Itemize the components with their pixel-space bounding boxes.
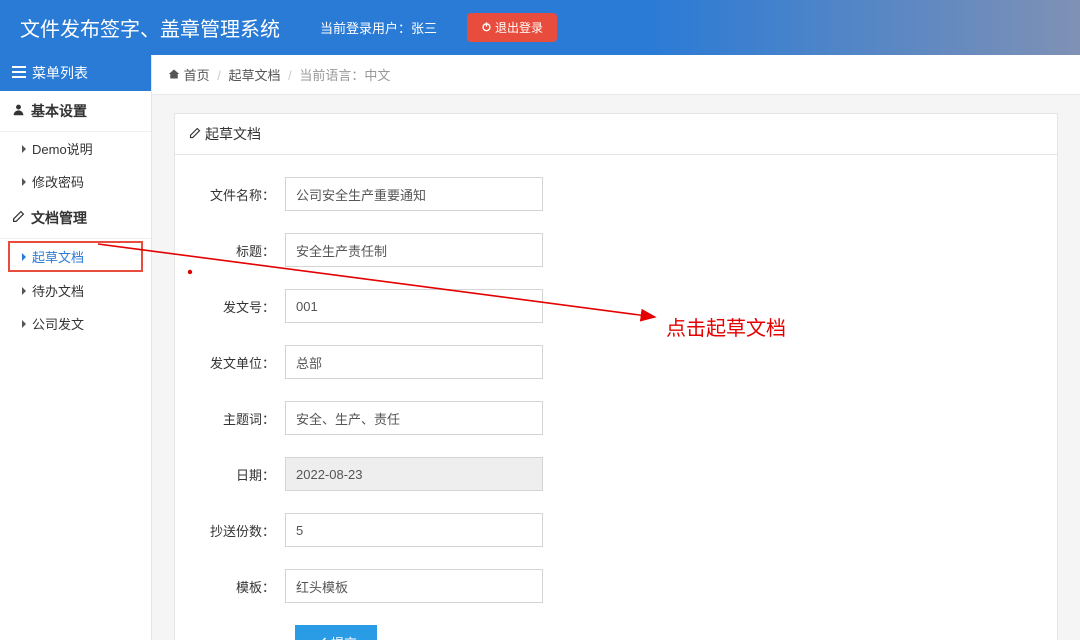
title-label: 标题：: [189, 241, 285, 260]
check-icon: [315, 635, 327, 640]
document-form: 文件名称： 标题： 发文号： 发文单位： 主题词：: [175, 155, 1057, 640]
template-label: 模板：: [189, 577, 285, 596]
sidebar-item-label: Demo说明: [32, 139, 93, 158]
sidebar-item-label: 待办文档: [32, 281, 84, 300]
breadcrumb-home[interactable]: 首页: [184, 68, 210, 83]
file-name-label: 文件名称：: [189, 185, 285, 204]
unit-input[interactable]: [285, 345, 543, 379]
title-input[interactable]: [285, 233, 543, 267]
breadcrumb-sep: /: [217, 68, 221, 83]
sidebar-item-todo-doc[interactable]: 待办文档: [0, 274, 151, 307]
sidebar-item-change-password[interactable]: 修改密码: [0, 165, 151, 198]
home-icon: [168, 68, 180, 83]
form-panel: 起草文档 文件名称： 标题： 发文号： 发文单位：: [174, 113, 1058, 640]
breadcrumb-sep: /: [288, 68, 292, 83]
panel-title: 起草文档: [175, 114, 1057, 155]
user-icon: [12, 103, 25, 119]
caret-right-icon: [22, 287, 26, 295]
sidebar-item-label: 公司发文: [32, 314, 84, 333]
sidebar-item-demo[interactable]: Demo说明: [0, 132, 151, 165]
sidebar-item-company-doc[interactable]: 公司发文: [0, 307, 151, 340]
sidebar-item-draft-doc[interactable]: 起草文档: [8, 241, 143, 272]
sidebar: 菜单列表 基本设置 Demo说明 修改密码 文档管理 起草文档 待办文档 公司发…: [0, 55, 152, 640]
sidebar-group-basic-label: 基本设置: [31, 101, 87, 121]
hamburger-icon: [12, 65, 26, 81]
doc-no-input[interactable]: [285, 289, 543, 323]
caret-right-icon: [22, 320, 26, 328]
sidebar-item-label: 起草文档: [32, 247, 84, 266]
submit-button[interactable]: 提交: [295, 625, 377, 640]
top-bar: 文件发布签字、盖章管理系统 当前登录用户：张三 退出登录: [0, 0, 1080, 55]
breadcrumb-current[interactable]: 起草文档: [229, 68, 281, 83]
sidebar-item-label: 修改密码: [32, 172, 84, 191]
caret-right-icon: [22, 145, 26, 153]
current-user: 当前登录用户：张三: [320, 18, 437, 37]
sidebar-group-docs-label: 文档管理: [31, 208, 87, 228]
file-name-input[interactable]: [285, 177, 543, 211]
sidebar-group-basic[interactable]: 基本设置: [0, 91, 151, 132]
menu-list-title: 菜单列表: [32, 63, 88, 83]
power-icon: [481, 21, 492, 35]
copies-input[interactable]: [285, 513, 543, 547]
submit-label: 提交: [331, 633, 357, 640]
edit-icon: [189, 126, 201, 142]
sidebar-group-docs[interactable]: 文档管理: [0, 198, 151, 239]
logout-button[interactable]: 退出登录: [467, 13, 557, 42]
panel-title-text: 起草文档: [205, 124, 261, 144]
doc-no-label: 发文号：: [189, 297, 285, 316]
unit-label: 发文单位：: [189, 353, 285, 372]
user-name: 张三: [411, 21, 437, 36]
keywords-label: 主题词：: [189, 409, 285, 428]
logout-label: 退出登录: [495, 19, 543, 36]
main-content: 首页 / 起草文档 / 当前语言：中文 起草文档 文件名称： 标题：: [152, 55, 1080, 640]
breadcrumb-language: 当前语言：中文: [299, 68, 390, 83]
menu-list-header: 菜单列表: [0, 55, 151, 91]
date-label: 日期：: [189, 465, 285, 484]
user-prefix: 当前登录用户：: [320, 21, 411, 36]
caret-right-icon: [22, 253, 26, 261]
annotation-text: 点击起草文档: [666, 312, 786, 341]
keywords-input[interactable]: [285, 401, 543, 435]
caret-right-icon: [22, 178, 26, 186]
template-input[interactable]: [285, 569, 543, 603]
date-input: [285, 457, 543, 491]
edit-icon: [12, 210, 25, 226]
copies-label: 抄送份数：: [189, 521, 285, 540]
breadcrumb: 首页 / 起草文档 / 当前语言：中文: [152, 55, 1080, 95]
app-title: 文件发布签字、盖章管理系统: [20, 13, 280, 42]
